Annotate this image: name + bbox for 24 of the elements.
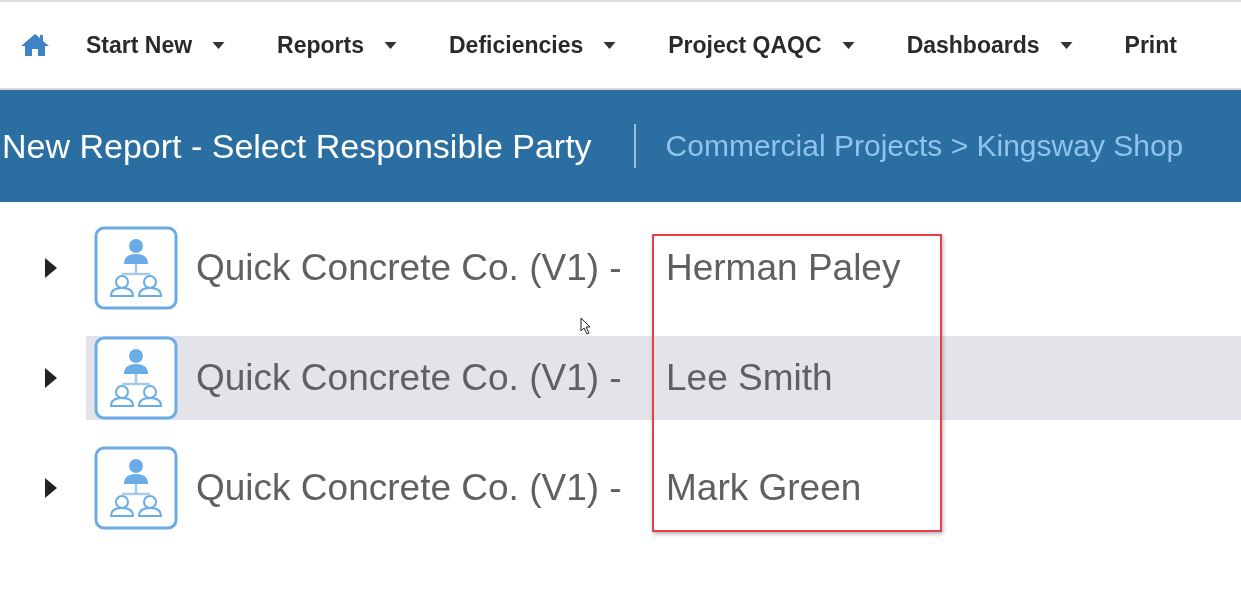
nav-menu-item[interactable]: Start New [86, 31, 226, 59]
company-name: Quick Concrete Co. (V1) - [196, 467, 623, 509]
mouse-pointer-icon [580, 317, 592, 335]
contact-name: Mark Green [666, 467, 862, 509]
nav-menu-item[interactable]: Project QAQC [668, 31, 855, 59]
party-list-item[interactable]: Quick Concrete Co. (V1) - Mark Green [86, 446, 1241, 530]
expand-arrow-icon[interactable] [44, 478, 58, 498]
expand-arrow-icon[interactable] [44, 258, 58, 278]
nav-menu-item[interactable]: Reports [277, 31, 397, 59]
org-chart-icon [94, 226, 178, 310]
org-chart-icon [94, 446, 178, 530]
company-name: Quick Concrete Co. (V1) - [196, 357, 623, 399]
company-name: Quick Concrete Co. (V1) - [196, 247, 623, 289]
nav-menu-item[interactable]: Dashboards [906, 31, 1073, 59]
nav-menu-item[interactable]: Deficiencies [449, 31, 617, 59]
expand-arrow-icon[interactable] [44, 368, 58, 388]
nav-menu-item[interactable]: Print [1124, 31, 1177, 59]
org-chart-icon [94, 336, 178, 420]
home-icon[interactable] [20, 33, 50, 57]
page-title: New Report - Select Responsible Party [2, 126, 592, 166]
party-list-item[interactable]: Quick Concrete Co. (V1) - Herman Paley [86, 226, 1241, 310]
contact-name: Lee Smith [666, 357, 833, 399]
party-list-item[interactable]: Quick Concrete Co. (V1) - Lee Smith [86, 336, 1241, 420]
contact-name: Herman Paley [666, 247, 901, 289]
